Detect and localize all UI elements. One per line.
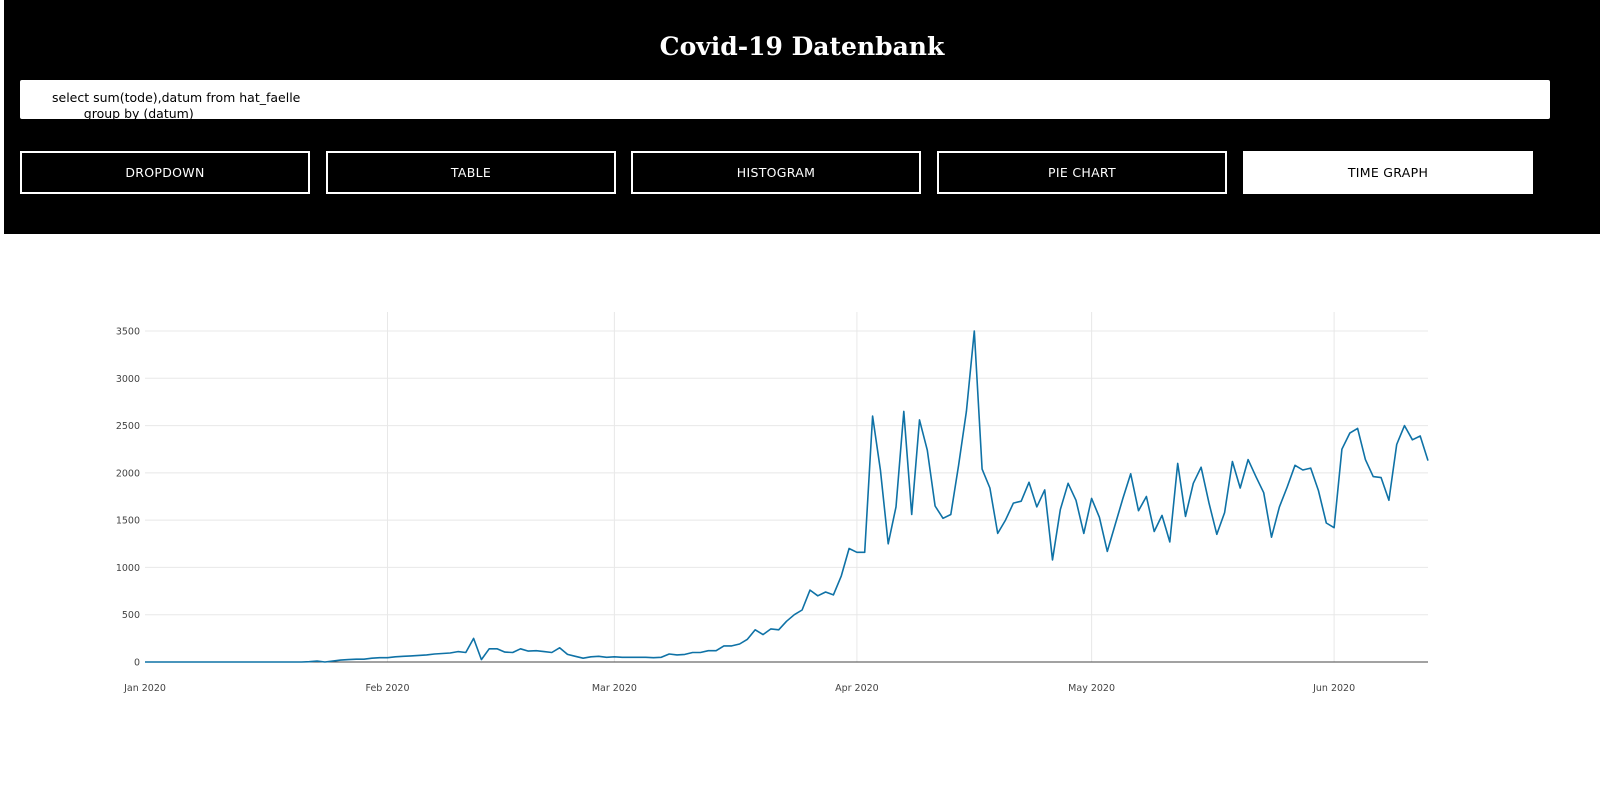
pie-chart-button[interactable]: PIE CHART: [937, 151, 1227, 194]
x-tick-label: Jun 2020: [1312, 683, 1355, 694]
y-tick-label: 1000: [116, 563, 140, 574]
x-tick-label: Jan 2020: [123, 683, 166, 694]
header-bar: Covid-19 Datenbank select sum(tode),datu…: [4, 0, 1600, 234]
series-line: [145, 330, 1429, 663]
y-axis-ticks: 0 500 1000 1500 2000 2500 3000 3500: [116, 327, 140, 669]
table-button[interactable]: TABLE: [326, 151, 616, 194]
dropdown-button[interactable]: DROPDOWN: [20, 151, 310, 194]
histogram-button[interactable]: HISTOGRAM: [631, 151, 921, 194]
chart-plot-area: [145, 330, 1429, 663]
sql-query-input[interactable]: select sum(tode),datum from hat_faelle g…: [20, 80, 1550, 119]
time-graph-chart: 0 500 1000 1500 2000 2500 3000 3500 Jan 2020 Feb…: [116, 312, 1429, 694]
y-tick-label: 1500: [116, 516, 140, 527]
time-graph-button[interactable]: TIME GRAPH: [1243, 151, 1533, 194]
y-tick-label: 2000: [116, 468, 140, 479]
y-tick-label: 0: [134, 658, 140, 669]
y-tick-label: 3500: [116, 327, 140, 338]
x-tick-label: May 2020: [1068, 683, 1115, 694]
y-tick-label: 500: [122, 610, 140, 621]
page-title: Covid-19 Datenbank: [659, 32, 945, 61]
y-tick-label: 3000: [116, 374, 140, 385]
x-axis-ticks: Jan 2020 Feb 2020 Mar 2020 Apr 2020 May 2020…: [123, 683, 1355, 694]
y-tick-label: 2500: [116, 421, 140, 432]
x-tick-label: Apr 2020: [835, 683, 879, 694]
x-tick-label: Mar 2020: [592, 683, 637, 694]
chart-gridlines: [145, 312, 1428, 662]
x-tick-label: Feb 2020: [366, 683, 410, 694]
